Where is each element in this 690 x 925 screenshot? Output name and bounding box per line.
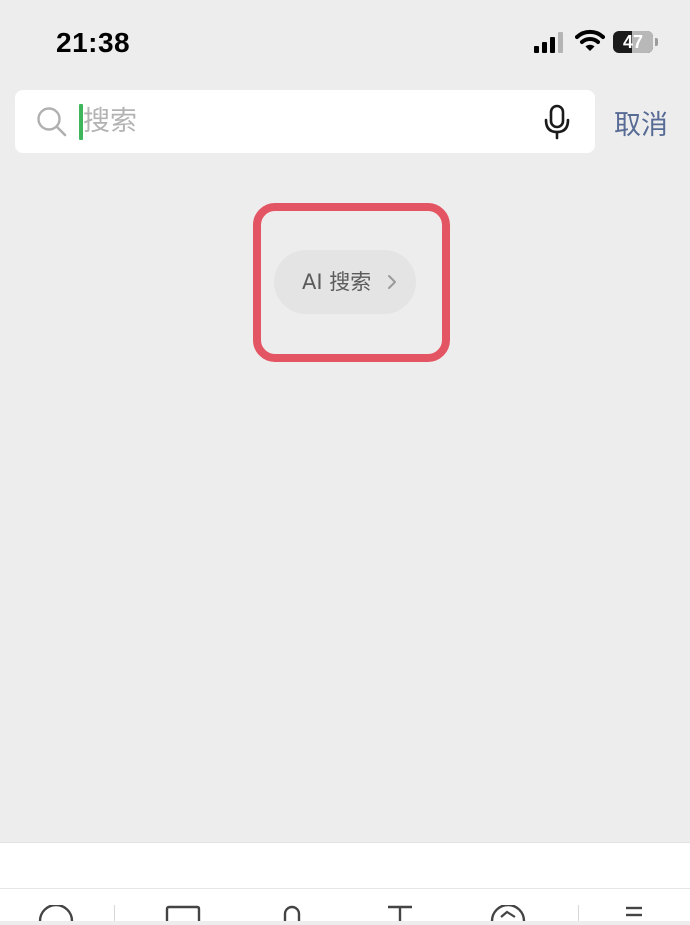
chevron-right-icon <box>387 274 397 294</box>
battery-icon: 47 <box>613 31 653 53</box>
text-format-icon[interactable] <box>386 905 414 925</box>
cellular-signal-icon <box>534 32 564 57</box>
voice-icon[interactable] <box>282 905 302 925</box>
clipboard-check-icon[interactable] <box>490 903 526 925</box>
battery-nub <box>655 38 658 46</box>
wifi-icon <box>575 29 605 57</box>
search-input[interactable] <box>83 90 523 153</box>
status-time: 21:38 <box>56 27 131 58</box>
status-bar: 21:38 47 <box>0 0 690 86</box>
mic-icon[interactable] <box>543 104 571 144</box>
toolbar-divider <box>0 888 690 889</box>
ai-search-button[interactable]: AI 搜索 <box>274 250 416 314</box>
toolbar-separator <box>114 905 115 921</box>
menu-icon[interactable] <box>624 905 644 925</box>
bottom-toolbar <box>0 842 690 922</box>
search-icon <box>36 106 68 142</box>
ai-search-label: AI 搜索 <box>302 270 372 294</box>
search-box[interactable] <box>15 90 595 153</box>
toolbar-separator <box>578 905 579 921</box>
battery-level: 47 <box>622 32 644 52</box>
cancel-button[interactable]: 取消 <box>614 103 668 142</box>
emoji-icon[interactable] <box>38 903 74 925</box>
keyboard-icon[interactable] <box>165 905 201 925</box>
